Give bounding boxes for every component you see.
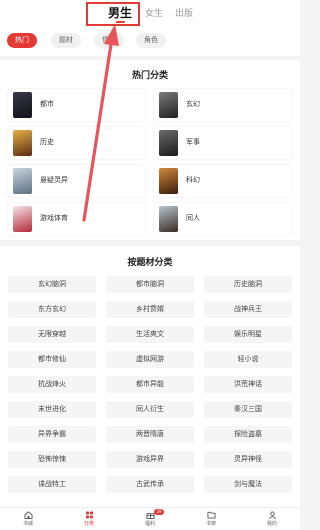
theme-tag[interactable]: 谍战特工 — [8, 476, 96, 493]
hot-category-card[interactable]: 军事 — [154, 127, 291, 159]
theme-tag[interactable]: 虚拟网游 — [106, 351, 194, 368]
theme-tag[interactable]: 异界争霸 — [8, 426, 96, 443]
hot-category-label: 科幻 — [186, 176, 200, 184]
hot-category-label: 玄幻 — [186, 100, 200, 108]
chip-plot[interactable]: 情节 — [94, 33, 124, 48]
theme-tag[interactable]: 玄幻脑洞 — [8, 276, 96, 293]
hot-category-label: 都市 — [40, 100, 54, 108]
theme-tag[interactable]: 灵异神怪 — [204, 451, 292, 468]
theme-tag[interactable]: 乡村赘婿 — [106, 301, 194, 318]
theme-tag[interactable]: 东方玄幻 — [8, 301, 96, 318]
theme-tag[interactable]: 都市脑洞 — [106, 276, 194, 293]
hot-category-label: 悬疑灵异 — [40, 176, 68, 184]
hot-category-label: 军事 — [186, 138, 200, 146]
book-cover-image — [13, 168, 32, 194]
theme-tag[interactable]: 都市修仙 — [8, 351, 96, 368]
chip-role[interactable]: 角色 — [136, 33, 166, 48]
theme-tag[interactable]: 都市异能 — [106, 376, 194, 393]
gender-tab-bar: 男生 女生 出版 — [0, 0, 300, 26]
theme-tag[interactable]: 游戏异界 — [106, 451, 194, 468]
theme-tag[interactable]: 娱乐明星 — [204, 326, 292, 343]
theme-tag[interactable]: 秦汉三国 — [204, 401, 292, 418]
theme-tag[interactable]: 无限穿越 — [8, 326, 96, 343]
theme-tag[interactable]: 古武传承 — [106, 476, 194, 493]
theme-tag[interactable]: 战神兵王 — [204, 301, 292, 318]
hot-category-label: 游戏体育 — [40, 214, 68, 222]
bottom-navigation: 书城 分类 39 福利 书架 我的 — [0, 507, 300, 530]
book-cover-image — [159, 92, 178, 118]
hot-category-card[interactable]: 玄幻 — [154, 89, 291, 121]
book-cover-image — [13, 92, 32, 118]
nav-bookshelf[interactable]: 书架 — [191, 511, 231, 527]
theme-category-section: 按题材分类 玄幻脑洞 都市脑洞 历史脑洞 东方玄幻 乡村赘婿 战神兵王 无限穿越… — [0, 246, 300, 507]
theme-tag[interactable]: 洪荒神话 — [204, 376, 292, 393]
hot-category-section: 热门分类 都市 玄幻 历史 军事 悬疑灵异 科幻 游戏体育 同人 — [0, 60, 300, 240]
nav-welfare[interactable]: 39 福利 — [130, 509, 170, 527]
theme-tag[interactable]: 两晋隋唐 — [106, 426, 194, 443]
nav-label: 分类 — [83, 521, 94, 527]
theme-tag[interactable]: 生活爽文 — [106, 326, 194, 343]
profile-icon — [268, 511, 276, 519]
hot-category-label: 历史 — [40, 138, 54, 146]
book-cover-image — [159, 130, 178, 156]
theme-tag[interactable]: 抗战烽火 — [8, 376, 96, 393]
tab-publish[interactable]: 出版 — [175, 6, 193, 19]
theme-section-title: 按题材分类 — [127, 258, 173, 268]
theme-tag[interactable]: 同人衍生 — [106, 401, 194, 418]
book-cover-image — [159, 168, 178, 194]
category-icon — [85, 511, 93, 519]
hot-category-card[interactable]: 科幻 — [154, 165, 291, 197]
theme-tag[interactable]: 轻小说 — [204, 351, 292, 368]
tab-female[interactable]: 女生 — [145, 6, 163, 19]
notification-badge: 39 — [154, 509, 164, 515]
theme-tag[interactable]: 剑与魔法 — [204, 476, 292, 493]
hot-category-card[interactable]: 悬疑灵异 — [8, 165, 145, 197]
hot-category-card[interactable]: 历史 — [8, 127, 145, 159]
highlight-box — [86, 2, 140, 26]
book-cover-image — [159, 206, 178, 232]
nav-label: 福利 — [144, 521, 155, 527]
theme-tag[interactable]: 末世进化 — [8, 401, 96, 418]
theme-tag[interactable]: 历史脑洞 — [204, 276, 292, 293]
chip-hot[interactable]: 热门 — [7, 33, 37, 48]
home-icon — [24, 511, 32, 519]
nav-category[interactable]: 分类 — [69, 511, 109, 527]
category-chip-bar: 热门 题材 情节 角色 — [0, 26, 300, 56]
hot-category-card[interactable]: 游戏体育 — [8, 203, 145, 235]
hot-category-label: 同人 — [186, 214, 200, 222]
book-cover-image — [13, 206, 32, 232]
bookshelf-icon — [207, 511, 215, 519]
hot-category-card[interactable]: 都市 — [8, 89, 145, 121]
book-cover-image — [13, 130, 32, 156]
nav-label: 书城 — [22, 521, 33, 527]
hot-section-title: 热门分类 — [131, 71, 168, 81]
theme-tag[interactable]: 恐怖惊悚 — [8, 451, 96, 468]
nav-profile[interactable]: 我的 — [252, 511, 292, 527]
nav-label: 我的 — [266, 521, 277, 527]
chip-theme[interactable]: 题材 — [51, 33, 81, 48]
nav-label: 书架 — [205, 521, 216, 527]
nav-bookstore[interactable]: 书城 — [8, 511, 48, 527]
theme-tag[interactable]: 探险盗墓 — [204, 426, 292, 443]
hot-category-card[interactable]: 同人 — [154, 203, 291, 235]
